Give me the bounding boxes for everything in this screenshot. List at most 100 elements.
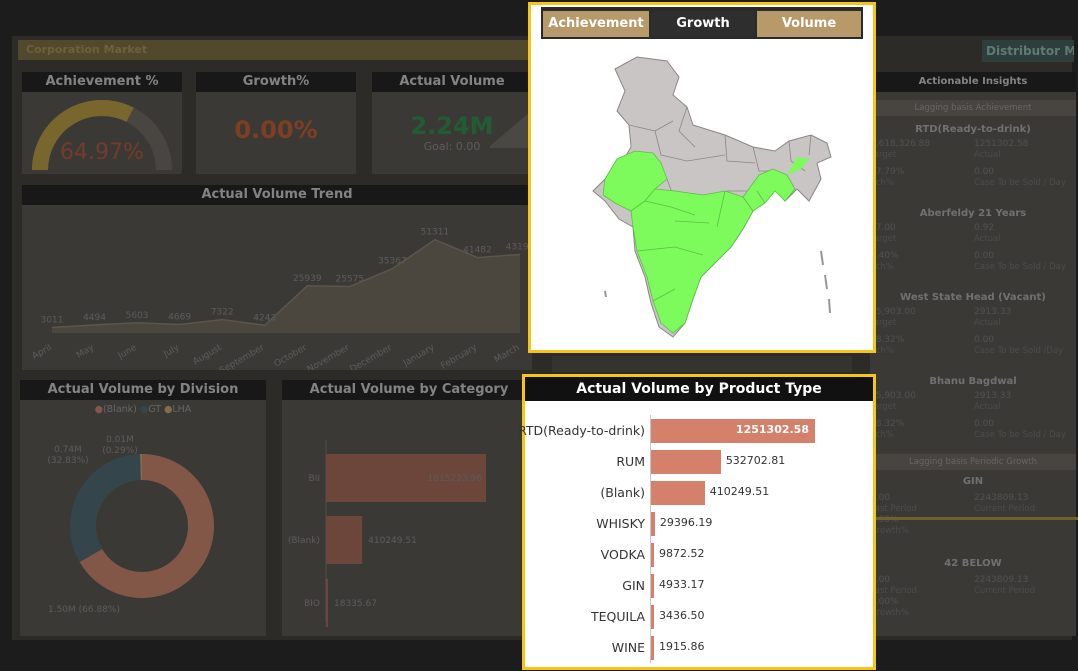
insight-target-value: 2,618,326.88 bbox=[870, 139, 931, 149]
achievement-card[interactable]: Achievement % 64.97% bbox=[22, 72, 182, 174]
product-row[interactable]: WHISKY 29396.19 bbox=[525, 510, 871, 538]
product-tick-label: VODKA bbox=[600, 547, 645, 562]
tab-achievement[interactable]: Achievement bbox=[543, 11, 649, 37]
growth-current-label: Current Period bbox=[974, 586, 1036, 596]
insight-actual-label: Actual bbox=[974, 402, 1001, 412]
trend-data-label: 51311 bbox=[421, 228, 450, 238]
donut-slice-gt bbox=[69, 454, 141, 562]
product-tick-label: RUM bbox=[616, 454, 645, 469]
product-row[interactable]: WINE 1915.86 bbox=[525, 634, 871, 662]
product-tick-label: WHISKY bbox=[596, 516, 645, 531]
product-type-panel[interactable]: Actual Volume by Product Type RTD(Ready-… bbox=[518, 374, 876, 670]
tab-growth[interactable]: Growth bbox=[651, 11, 755, 37]
donut-label: 1.50M (66.88%) bbox=[48, 605, 120, 615]
category-panel[interactable]: Actual Volume by Category BII 1815223.96 (… bbox=[282, 380, 536, 636]
product-data-label: 1915.86 bbox=[659, 640, 705, 653]
division-title: Actual Volume by Division bbox=[20, 380, 266, 400]
insight-actual-value: 2913.33 bbox=[974, 307, 1012, 317]
trend-data-label: 25939 bbox=[293, 274, 322, 284]
growth-last-label: Last Period bbox=[870, 586, 917, 596]
product-bar[interactable] bbox=[651, 543, 654, 567]
insight-case-value: 0.00 bbox=[974, 335, 995, 345]
india-map[interactable] bbox=[575, 51, 845, 343]
trend-data-label: 4494 bbox=[83, 313, 106, 323]
product-row[interactable]: (Blank) 410249.51 bbox=[525, 479, 871, 507]
product-tick-label: (Blank) bbox=[600, 485, 645, 500]
trend-data-label: 4243 bbox=[253, 313, 276, 323]
product-row[interactable]: RTD(Ready-to-drink) 1251302.58 bbox=[518, 417, 871, 445]
tab-volume[interactable]: Volume bbox=[757, 11, 861, 37]
insight-block-title: Bhanu Bagdwal bbox=[929, 376, 1017, 387]
lagging-achievement-header: Lagging basis Achievement bbox=[870, 100, 1076, 116]
insight-target-value: 27.00 bbox=[870, 223, 896, 233]
insight-block[interactable]: RTD(Ready-to-drink) 2,618,326.88 1251302… bbox=[870, 116, 1076, 200]
product-bar[interactable] bbox=[651, 574, 654, 598]
product-type-title: Actual Volume by Product Type bbox=[525, 377, 873, 401]
donut-label: 0.01M bbox=[106, 435, 134, 445]
insight-block[interactable]: Bhanu Bagdwal 15,903.00 2913.33 Target A… bbox=[870, 368, 1076, 452]
actual-volume-title: Actual Volume bbox=[372, 72, 532, 92]
map-panel[interactable]: Achievement Growth Volume bbox=[528, 2, 876, 353]
product-tick-label: RTD(Ready-to-drink) bbox=[518, 423, 645, 438]
trend-tick-label: July bbox=[161, 343, 181, 361]
insight-blocks: RTD(Ready-to-drink) 2,618,326.88 1251302… bbox=[870, 116, 1076, 452]
product-row[interactable]: RUM 532702.81 bbox=[525, 448, 871, 476]
corporation-market-banner[interactable]: Corporation Market bbox=[18, 40, 538, 60]
growth-last-value: 0.00 bbox=[870, 493, 891, 503]
legend-dot-blank: ● bbox=[94, 404, 103, 415]
product-bar[interactable] bbox=[651, 450, 721, 474]
growth-current-label: Current Period bbox=[974, 504, 1036, 514]
product-row[interactable]: GIN 4933.17 bbox=[525, 572, 871, 600]
product-bar[interactable] bbox=[651, 605, 654, 629]
category-bar bbox=[326, 579, 328, 627]
trend-tick-label: November bbox=[306, 343, 352, 370]
trend-tick-label: August bbox=[191, 343, 224, 368]
trend-area bbox=[52, 239, 520, 333]
map-state-central bbox=[630, 188, 754, 334]
product-data-label: 3436.50 bbox=[659, 609, 705, 622]
insight-actual-label: Actual bbox=[974, 234, 1001, 244]
insight-case-label: Case To be Sold /Day bbox=[974, 346, 1064, 356]
growth-card[interactable]: Growth% 0.00% bbox=[196, 72, 356, 174]
actual-volume-card[interactable]: Actual Volume 2.24M Goal: 0.00 bbox=[372, 72, 532, 174]
growth-block-title: GIN bbox=[962, 476, 984, 487]
growth-insight-block[interactable]: 42 BELOW 0.00 2243809.13 Last Period Cur… bbox=[870, 552, 1076, 634]
insight-ach-value: 47.79% bbox=[870, 167, 905, 177]
insight-block[interactable]: Aberfeldy 21 Years 27.00 0.92 Target Act… bbox=[870, 200, 1076, 284]
trend-tick-label: December bbox=[348, 343, 394, 370]
category-tick-label: (Blank) bbox=[288, 536, 320, 546]
insights-divider bbox=[870, 517, 1078, 520]
growth-last-value: 0.00 bbox=[870, 575, 891, 585]
insight-case-value: 0.00 bbox=[974, 167, 995, 177]
insight-block[interactable]: West State Head (Vacant) 15,903.00 2913.… bbox=[870, 284, 1076, 368]
product-bar[interactable] bbox=[651, 636, 654, 660]
insight-target-value: 15,903.00 bbox=[870, 391, 916, 401]
growth-current-value: 2243809.13 bbox=[974, 493, 1029, 503]
insight-target-value: 15,903.00 bbox=[870, 307, 916, 317]
trend-tick-label: January bbox=[401, 343, 437, 370]
volume-trend-panel[interactable]: Actual Volume Trend 3011 April 4494 May 5603… bbox=[22, 185, 535, 376]
trend-tick-label: October bbox=[273, 343, 309, 370]
trend-data-label: 5603 bbox=[126, 311, 149, 321]
product-row[interactable]: VODKA 9872.52 bbox=[525, 541, 871, 569]
insight-case-label: Case To be Sold / Day bbox=[974, 430, 1066, 440]
product-bar[interactable] bbox=[651, 512, 655, 536]
product-data-label: 1251302.58 bbox=[735, 423, 809, 436]
growth-insight-block[interactable]: GIN 0.00 2243809.13 Last Period Current … bbox=[870, 470, 1076, 552]
product-bar[interactable] bbox=[651, 481, 705, 505]
trend-data-label: 3011 bbox=[41, 316, 64, 326]
growth-pct-value: 0.00% bbox=[870, 597, 899, 607]
insight-ach-label: Ach% bbox=[870, 178, 894, 188]
donut-label: (0.29%) bbox=[102, 446, 138, 456]
product-row[interactable]: TEQUILA 3436.50 bbox=[525, 603, 871, 631]
product-tick-label: WINE bbox=[611, 640, 645, 655]
legend-lha: LHA bbox=[172, 404, 192, 415]
insight-actual-value: 0.92 bbox=[974, 223, 995, 233]
distributor-market-banner[interactable]: Distributor Market bbox=[982, 40, 1074, 62]
insights-panel[interactable]: Actionable Insights Lagging basis Achiev… bbox=[870, 72, 1076, 636]
donut-label: (32.83%) bbox=[47, 456, 88, 466]
division-panel[interactable]: Actual Volume by Division ●(Blank) ●GT ●… bbox=[20, 380, 266, 636]
insight-block-title: West State Head (Vacant) bbox=[900, 292, 1046, 303]
growth-block-title: 42 BELOW bbox=[944, 558, 1002, 569]
insight-target-label: Target bbox=[870, 234, 897, 244]
